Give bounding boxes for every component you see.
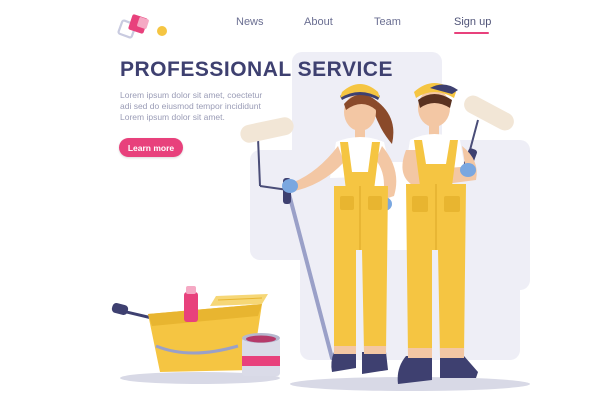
hero-body-line: adi sed do eiusmod tempor incididunt [120,101,261,111]
nav-news[interactable]: News [236,16,264,28]
nav-about[interactable]: About [304,16,333,28]
hero-title: PROFESSIONAL SERVICE [120,58,393,81]
sign-up-underline [454,32,489,34]
landing-page: News About Team Sign up PROFESSIONAL SER… [0,0,612,407]
hero-body-line: Lorem ipsum dolor sit amet, coectetur [120,90,263,100]
brand-logo-icon[interactable] [116,14,172,44]
nav-team[interactable]: Team [374,16,401,28]
hero-body-line: Lorem ipsum dolor sit amet. [120,112,225,122]
paint-can-icon [242,333,280,376]
learn-more-button[interactable]: Learn more [119,138,183,157]
nav-sign-up[interactable]: Sign up [454,16,491,28]
hero-body: Lorem ipsum dolor sit amet, coectetur ad… [120,90,290,123]
